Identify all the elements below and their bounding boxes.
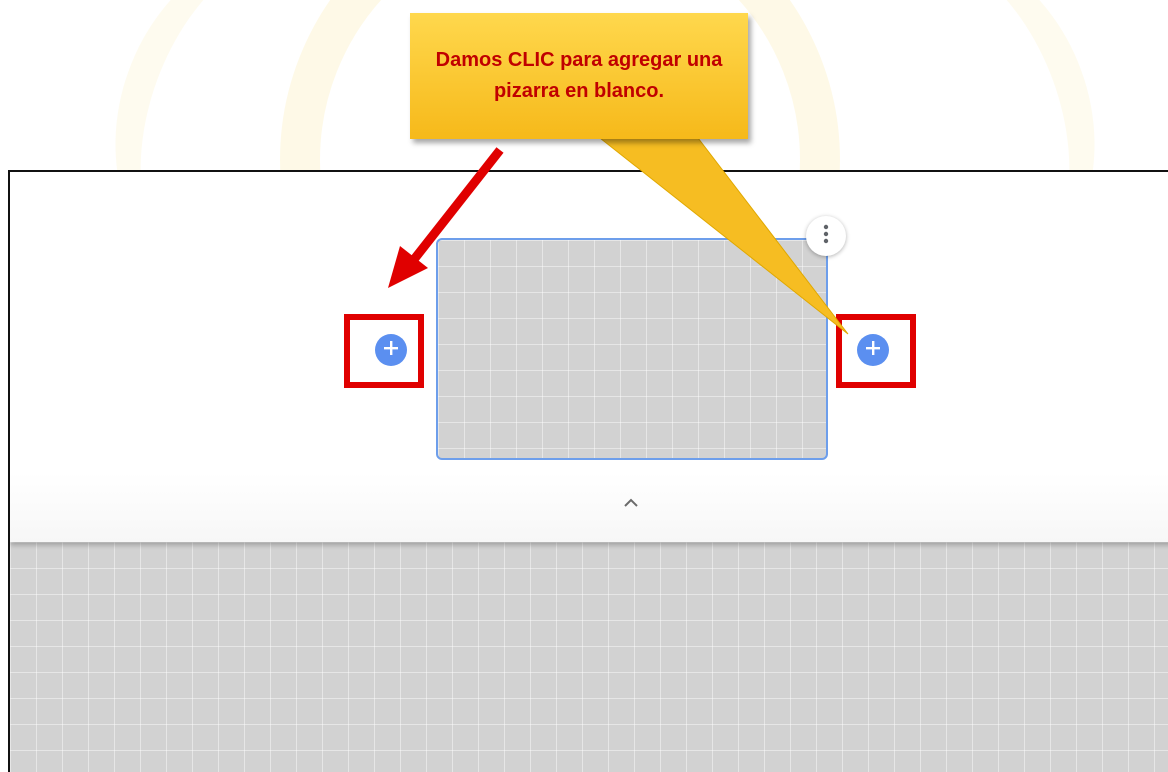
- more-vertical-icon: [823, 224, 829, 249]
- frame-thumbnail[interactable]: [436, 238, 828, 460]
- chevron-up-icon: [623, 495, 639, 513]
- frame-bar: [10, 172, 1168, 542]
- highlight-box-left: [344, 314, 424, 388]
- tutorial-screenshot: Damos CLIC para agregar una pizarra en b…: [0, 0, 1168, 772]
- collapse-frame-bar-button[interactable]: [618, 494, 644, 514]
- callout-box: Damos CLIC para agregar una pizarra en b…: [410, 13, 748, 139]
- highlight-box-right: [836, 314, 916, 388]
- jamboard-frame-panel: [8, 170, 1168, 772]
- callout-text: Damos CLIC para agregar una pizarra en b…: [435, 49, 723, 102]
- whiteboard-canvas[interactable]: [10, 542, 1168, 772]
- more-options-button[interactable]: [806, 216, 846, 256]
